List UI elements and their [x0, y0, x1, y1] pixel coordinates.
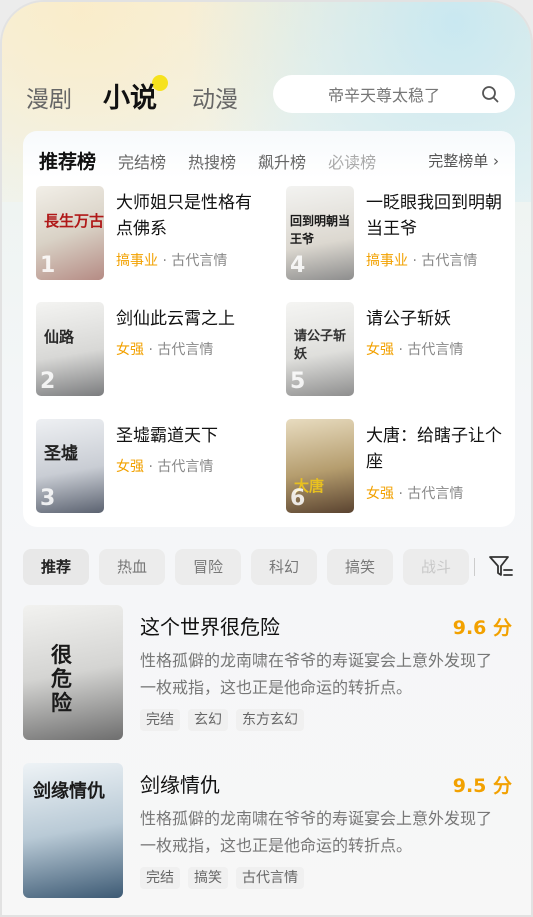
rank-number: 6 — [290, 486, 306, 511]
search-placeholder: 帝辛天尊太稳了 — [328, 86, 441, 105]
book-tag[interactable]: 完结 — [140, 709, 180, 731]
book-cover: 回到明朝当王爷 4 — [286, 186, 354, 280]
chip-hot-blood[interactable]: 热血 — [99, 549, 165, 585]
book-title: 大师姐只是性格有点佛系 — [116, 193, 252, 239]
book-genre: 古代言情 — [407, 342, 464, 358]
category-chips: 推荐 热血 冒险 科幻 搞笑 战斗 — [23, 549, 523, 585]
book-description: 性格孤僻的龙南啸在爷爷的寿诞宴会上意外发现了一枚戒指，这也正是他命运的转折点。 — [140, 651, 493, 697]
ranking-card: 推荐榜 完结榜 热搜榜 飙升榜 必读榜 完整榜单 › 長生万古 1 大师姐只是性… — [23, 131, 515, 527]
rank-tab-must-read[interactable]: 必读榜 — [328, 149, 376, 173]
book-meta: 女强 · 古代言情 — [366, 486, 464, 502]
book-genre: 古代言情 — [171, 253, 228, 269]
book-tag: 女强 — [116, 342, 144, 358]
book-tag: 女强 — [366, 486, 394, 502]
list-item[interactable]: 很危险 这个世界很危险 9.6 分 性格孤僻的龙南啸在爷爷的寿诞宴会上意外发现了… — [23, 605, 515, 745]
cover-art-text: 長生万古 — [44, 212, 104, 230]
book-genre: 古代言情 — [157, 459, 214, 475]
rank-book-3[interactable]: 圣墟 3 圣墟霸道天下 女强 · 古代言情 — [36, 419, 266, 515]
book-title: 请公子斩妖 — [366, 309, 451, 329]
book-cover: 圣墟 3 — [36, 419, 104, 513]
book-tag: 女强 — [116, 459, 144, 475]
rank-book-5[interactable]: 请公子斩妖 5 请公子斩妖 女强 · 古代言情 — [286, 302, 516, 398]
cover-art-text: 回到明朝当王爷 — [290, 214, 351, 246]
book-meta: 女强 · 古代言情 — [116, 342, 214, 358]
book-score: 9.5 分 — [452, 775, 512, 797]
chip-divider — [474, 558, 475, 576]
book-cover: 很危险 — [23, 605, 123, 740]
book-meta: 女强 · 古代言情 — [366, 342, 464, 358]
search-bar[interactable]: 帝辛天尊太稳了 — [273, 75, 515, 113]
book-cover: 長生万古 1 — [36, 186, 104, 280]
book-tag: 搞事业 — [366, 253, 408, 269]
book-tag[interactable]: 玄幻 — [188, 709, 228, 731]
rank-book-6[interactable]: 大唐 6 大唐：给瞎子让个座 女强 · 古代言情 — [286, 419, 516, 515]
book-cover: 请公子斩妖 5 — [286, 302, 354, 396]
rank-book-2[interactable]: 仙路 2 剑仙此云霄之上 女强 · 古代言情 — [36, 302, 266, 398]
list-item[interactable]: 剑缘情仇 剑缘情仇 9.5 分 性格孤僻的龙南啸在爷爷的寿诞宴会上意外发现了一枚… — [23, 763, 515, 903]
rank-tab-recommend[interactable]: 推荐榜 — [39, 147, 96, 174]
app-screen: 漫剧 小说 动漫 帝辛天尊太稳了 推荐榜 完结榜 热搜榜 飙升榜 必读榜 完整榜… — [0, 0, 533, 917]
book-tags: 完结 玄幻 东方玄幻 — [140, 709, 312, 731]
filter-icon[interactable] — [487, 553, 515, 581]
rank-number: 4 — [290, 253, 306, 278]
book-title: 这个世界很危险 — [140, 615, 280, 639]
chip-battle[interactable]: 战斗 — [403, 549, 469, 585]
chip-scifi[interactable]: 科幻 — [251, 549, 317, 585]
book-cover: 仙路 2 — [36, 302, 104, 396]
cover-art-text: 剑缘情仇 — [33, 781, 105, 802]
rank-number: 3 — [40, 486, 56, 511]
rank-tab-finished[interactable]: 完结榜 — [118, 149, 166, 173]
rank-tab-rising[interactable]: 飙升榜 — [258, 149, 306, 173]
book-cover: 大唐 6 — [286, 419, 354, 513]
rank-book-4[interactable]: 回到明朝当王爷 4 一眨眼我回到明朝当王爷 搞事业 · 古代言情 — [286, 186, 516, 282]
book-tag: 搞事业 — [116, 253, 158, 269]
cover-art-text: 很危险 — [51, 643, 72, 715]
rank-tab-hot-search[interactable]: 热搜榜 — [188, 149, 236, 173]
book-tag[interactable]: 古代言情 — [236, 867, 304, 889]
book-meta: 女强 · 古代言情 — [116, 459, 214, 475]
cover-art-text: 请公子斩妖 — [294, 329, 347, 362]
book-tag: 女强 — [366, 342, 394, 358]
book-cover: 剑缘情仇 — [23, 763, 123, 898]
chip-adventure[interactable]: 冒险 — [175, 549, 241, 585]
full-ranking-link[interactable]: 完整榜单 › — [428, 150, 499, 171]
book-title: 剑仙此云霄之上 — [116, 309, 235, 329]
tab-novel[interactable]: 小说 — [103, 76, 157, 115]
book-tags: 完结 搞笑 古代言情 — [140, 867, 312, 889]
book-tag[interactable]: 完结 — [140, 867, 180, 889]
cover-art-text: 圣墟 — [44, 444, 78, 464]
chip-recommend[interactable]: 推荐 — [23, 549, 89, 585]
cover-art-text: 仙路 — [44, 328, 75, 346]
tab-manju[interactable]: 漫剧 — [26, 80, 72, 114]
rank-number: 2 — [40, 369, 56, 394]
book-tag[interactable]: 东方玄幻 — [236, 709, 304, 731]
rank-number: 1 — [40, 253, 56, 278]
book-description: 性格孤僻的龙南啸在爷爷的寿诞宴会上意外发现了一枚戒指，这也正是他命运的转折点。 — [140, 809, 493, 855]
book-genre: 古代言情 — [407, 486, 464, 502]
book-title: 圣墟霸道天下 — [116, 426, 218, 446]
book-genre: 古代言情 — [157, 342, 214, 358]
rank-number: 5 — [290, 369, 306, 394]
ranking-tabs: 推荐榜 完结榜 热搜榜 飙升榜 必读榜 — [39, 147, 398, 174]
chip-comedy[interactable]: 搞笑 — [327, 549, 393, 585]
book-meta: 搞事业 · 古代言情 — [116, 253, 228, 269]
book-tag[interactable]: 搞笑 — [188, 867, 228, 889]
search-icon[interactable] — [481, 85, 499, 103]
book-score: 9.6 分 — [452, 617, 512, 639]
book-title: 一眨眼我回到明朝当王爷 — [366, 193, 502, 239]
rank-book-1[interactable]: 長生万古 1 大师姐只是性格有点佛系 搞事业 · 古代言情 — [36, 186, 266, 282]
tab-anime[interactable]: 动漫 — [192, 80, 238, 114]
book-title: 大唐：给瞎子让个座 — [366, 426, 502, 472]
book-title: 剑缘情仇 — [140, 773, 220, 797]
book-genre: 古代言情 — [421, 253, 478, 269]
book-meta: 搞事业 · 古代言情 — [366, 253, 478, 269]
